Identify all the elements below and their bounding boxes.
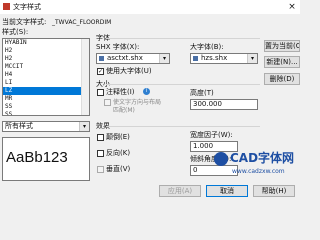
- use-big-font-checkbox[interactable]: ✓: [97, 68, 104, 75]
- font-group-divider: [106, 38, 260, 39]
- cancel-button[interactable]: 取消: [206, 185, 248, 197]
- list-item[interactable]: SS: [3, 103, 81, 111]
- style-filter-select[interactable]: 所有样式 ▾: [2, 121, 90, 132]
- backwards-checkbox[interactable]: [97, 150, 104, 157]
- upside-down-label: 颠倒(E): [106, 133, 130, 141]
- vertical-checkbox[interactable]: [97, 166, 104, 173]
- big-font-label: 大字体(B):: [190, 43, 224, 51]
- list-item[interactable]: H4: [3, 71, 81, 79]
- use-big-font-label: 使用大字体(U): [106, 67, 152, 75]
- backwards-label: 反向(K): [106, 149, 131, 157]
- list-item[interactable]: MR: [3, 95, 81, 103]
- shx-font-label: SHX 字体(X):: [96, 43, 140, 51]
- height-input[interactable]: 300.000: [190, 99, 258, 110]
- app-icon: [3, 3, 10, 10]
- styles-list[interactable]: HYABINH2H2MCCITH4LILZMRSSSSSSSSSTANDARD: [2, 38, 90, 116]
- list-item[interactable]: MCCIT: [3, 63, 81, 71]
- big-font-select[interactable]: hzs.shx ▾: [190, 53, 258, 64]
- set-current-button[interactable]: 置为当前(C): [264, 40, 300, 52]
- window-title: 文字样式: [13, 3, 41, 11]
- list-item[interactable]: H2: [3, 55, 81, 63]
- current-style-label: 当前文字样式:: [2, 18, 47, 26]
- preview-box: AaBb123: [2, 137, 90, 181]
- annotative-checkbox[interactable]: [97, 89, 104, 96]
- styles-label: 样式(S):: [2, 28, 29, 36]
- info-icon: i: [143, 88, 150, 95]
- match-layout-checkbox[interactable]: [104, 99, 111, 106]
- watermark-url: www.cadzxw.com: [232, 168, 285, 175]
- list-scrollbar[interactable]: [81, 39, 89, 115]
- big-font-value: hzs.shx: [201, 54, 228, 62]
- apply-button[interactable]: 应用(A): [159, 185, 201, 197]
- chevron-down-icon: ▾: [247, 54, 257, 63]
- shx-font-value: asctxt.shx: [107, 54, 143, 62]
- chevron-down-icon: ▾: [159, 54, 169, 63]
- watermark-title: CAD字体网: [230, 151, 295, 165]
- styles-list-items: HYABINH2H2MCCITH4LILZMRSSSSSSSSSTANDARD: [3, 39, 81, 115]
- font-file-icon: [193, 56, 198, 61]
- chevron-down-icon: ▾: [79, 122, 89, 131]
- size-group-divider: [106, 84, 260, 85]
- list-item[interactable]: LZ: [3, 87, 81, 95]
- upside-down-checkbox[interactable]: [97, 134, 104, 141]
- effects-group-divider: [106, 126, 260, 127]
- watermark-logo-icon: [214, 152, 228, 166]
- delete-button[interactable]: 删除(D): [264, 73, 300, 85]
- help-button[interactable]: 帮助(H): [253, 185, 295, 197]
- preview-text: AaBb123: [6, 149, 68, 166]
- current-style-value: _TWVAC_FLOORDIM: [52, 19, 112, 26]
- font-file-icon: [99, 56, 104, 61]
- width-factor-label: 宽度因子(W):: [190, 131, 233, 139]
- match-layout-label-line2: 匹配(M): [113, 107, 135, 114]
- watermark: CAD字体网 www.cadzxw.com: [214, 150, 296, 184]
- height-label: 高度(T): [190, 89, 214, 97]
- vertical-label: 垂直(V): [106, 165, 131, 173]
- style-filter-value: 所有样式: [5, 122, 33, 130]
- shx-font-select[interactable]: asctxt.shx ▾: [96, 53, 170, 64]
- close-icon[interactable]: ×: [286, 1, 298, 13]
- list-item[interactable]: SS: [3, 111, 81, 115]
- annotative-label: 注释性(I): [106, 88, 135, 96]
- new-button[interactable]: 新建(N)...: [264, 56, 300, 68]
- list-item[interactable]: HYABIN: [3, 39, 81, 47]
- list-item[interactable]: LI: [3, 79, 81, 87]
- list-item[interactable]: H2: [3, 47, 81, 55]
- title-bar: 文字样式 ×: [0, 0, 300, 14]
